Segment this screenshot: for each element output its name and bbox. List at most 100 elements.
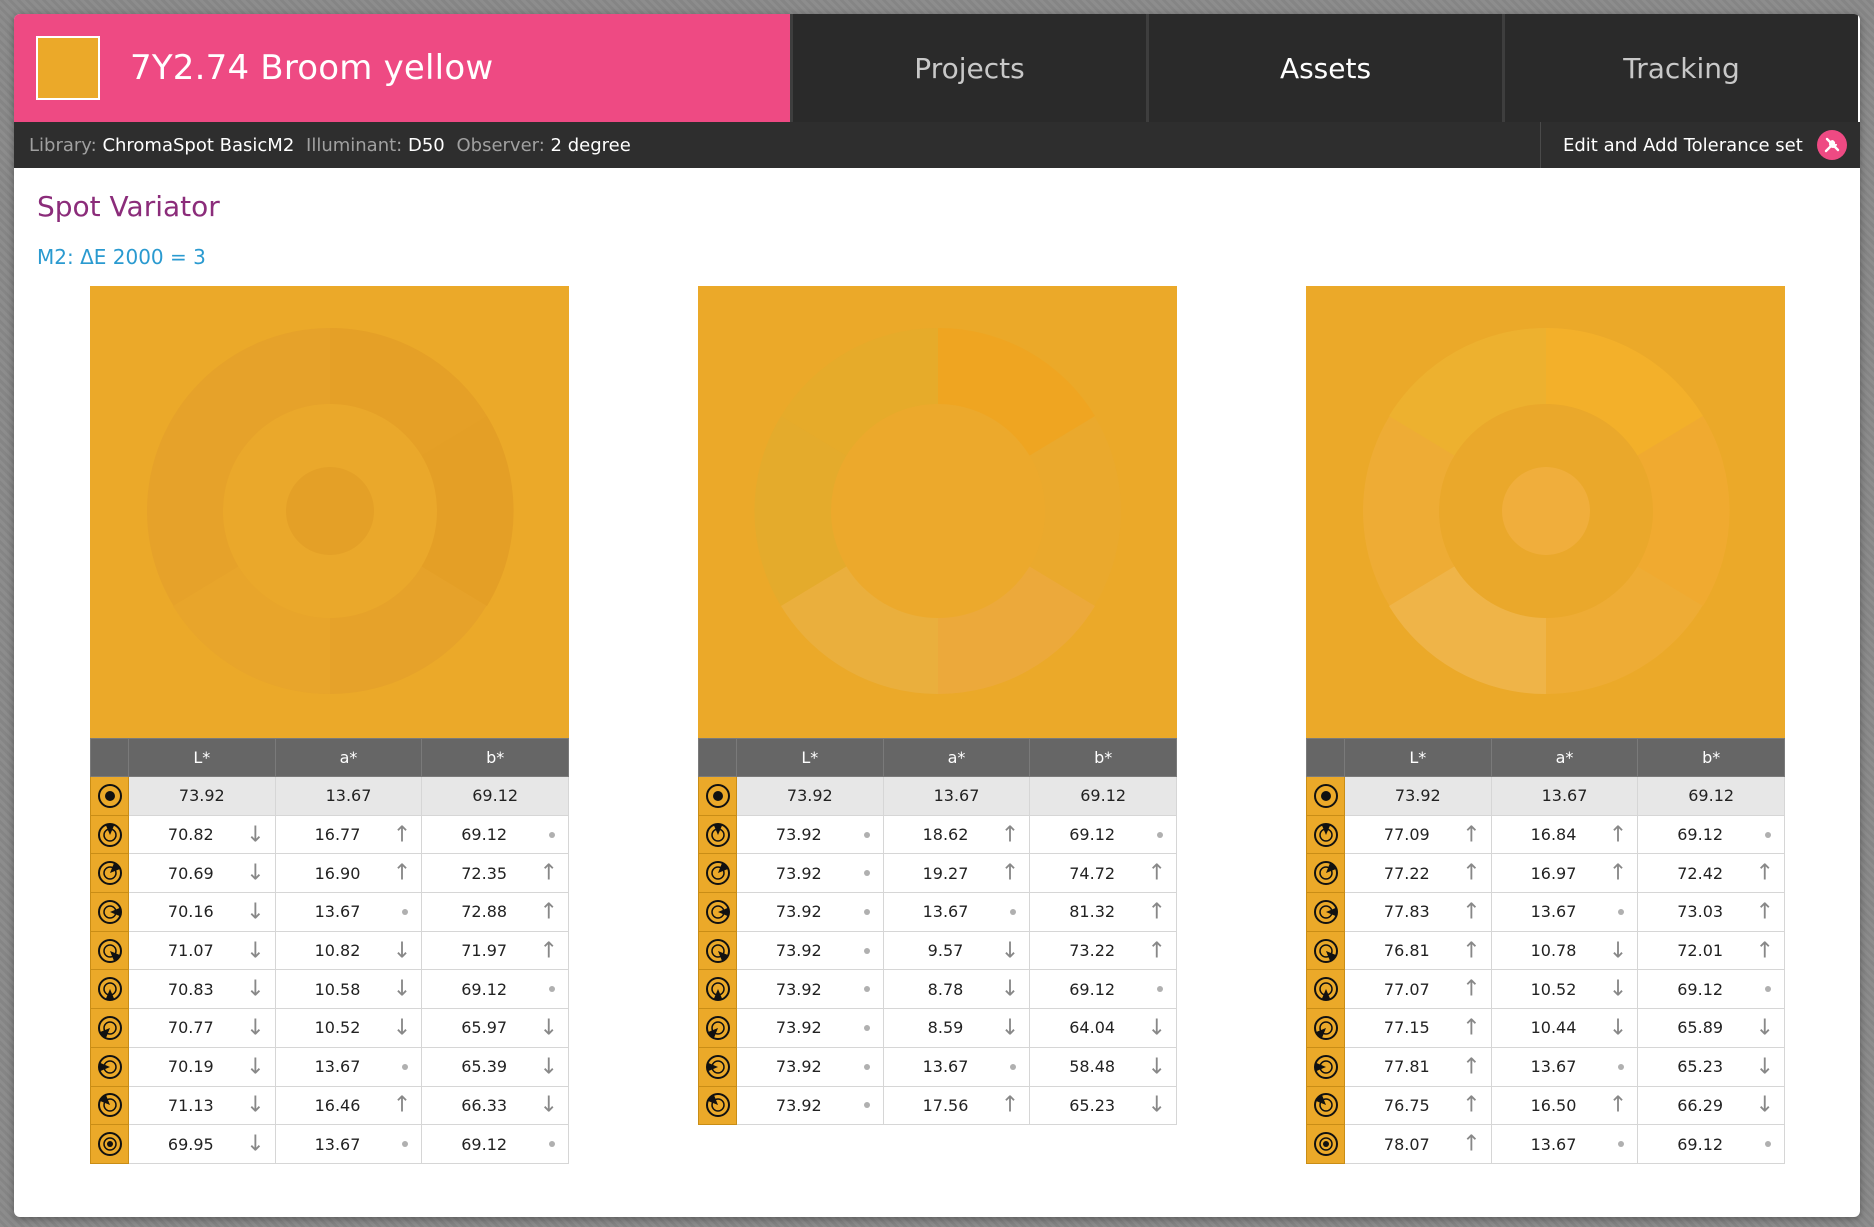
value-cell-a: 19.27 ↑ bbox=[882, 853, 1031, 894]
column-header-a: a* bbox=[274, 738, 423, 777]
spot-segment-icon bbox=[705, 1015, 730, 1040]
variation-row[interactable]: 70.16 ↓ 13.67 72.88 ↑ bbox=[90, 892, 569, 932]
lab-value-b: 69.12 bbox=[1069, 979, 1116, 999]
variation-row[interactable]: 77.07 ↑ 10.52 ↓ 69.12 bbox=[1306, 969, 1785, 1010]
lab-value-a: 16.50 bbox=[1530, 1095, 1577, 1115]
spot-segment-icon bbox=[97, 938, 122, 963]
variation-row[interactable]: 73.92 13.67 81.32 ↑ bbox=[698, 892, 1177, 932]
spot-segment-icon bbox=[97, 1093, 122, 1118]
spot-icon-cell bbox=[90, 1046, 129, 1087]
variation-row[interactable]: 73.92 17.56 ↑ 65.23 ↓ bbox=[698, 1085, 1177, 1126]
lab-value-l: 69.95 bbox=[167, 1134, 214, 1154]
arrow-up-icon: ↑ bbox=[392, 1092, 412, 1118]
variation-row[interactable]: 76.75 ↑ 16.50 ↑ 66.29 ↓ bbox=[1306, 1085, 1785, 1126]
value-cell-l: 70.69 ↓ bbox=[128, 853, 276, 894]
arrow-up-icon: ↑ bbox=[1462, 1015, 1481, 1041]
variation-row[interactable]: 76.81 ↑ 10.78 ↓ 72.01 ↑ bbox=[1306, 930, 1785, 971]
lab-value-a: 19.27 bbox=[922, 863, 969, 883]
variation-row[interactable]: 70.19 ↓ 13.67 65.39 ↓ bbox=[90, 1046, 569, 1087]
edit-tolerance-button[interactable]: Edit and Add Tolerance set bbox=[1540, 122, 1860, 168]
lab-value-a: 16.46 bbox=[314, 1095, 361, 1115]
spot-icon-cell bbox=[1306, 776, 1345, 816]
arrow-down-icon: ↓ bbox=[246, 860, 265, 886]
value-cell-a: 10.52 ↓ bbox=[1490, 969, 1639, 1010]
value-cell-b: 69.12 bbox=[1637, 814, 1785, 855]
value-cell-l: 77.09 ↑ bbox=[1344, 814, 1492, 855]
value-cell-b: 74.72 ↑ bbox=[1029, 853, 1177, 894]
arrow-down-icon: ↓ bbox=[1755, 1054, 1774, 1080]
variation-row[interactable]: 73.92 8.59 ↓ 64.04 ↓ bbox=[698, 1008, 1177, 1048]
lab-value-a: 10.82 bbox=[314, 941, 361, 961]
variation-row[interactable]: 77.09 ↑ 16.84 ↑ 69.12 bbox=[1306, 814, 1785, 855]
lab-value-l: 70.16 bbox=[167, 902, 214, 922]
reference-row[interactable]: 73.92 13.67 69.12 bbox=[90, 776, 569, 816]
variation-row[interactable]: 70.82 ↓ 16.77 ↑ 69.12 bbox=[90, 814, 569, 855]
lab-value-a: 16.90 bbox=[314, 863, 361, 883]
variation-row[interactable]: 70.77 ↓ 10.52 ↓ 65.97 ↓ bbox=[90, 1008, 569, 1048]
lab-value-b: 69.12 bbox=[1688, 786, 1735, 806]
arrow-up-icon: ↑ bbox=[1462, 976, 1481, 1002]
value-cell-b: 69.12 bbox=[1637, 969, 1785, 1010]
variation-row[interactable]: 70.83 ↓ 10.58 ↓ 69.12 bbox=[90, 969, 569, 1010]
spot-icon-cell bbox=[698, 1085, 737, 1126]
unchanged-dot-icon bbox=[1765, 986, 1771, 993]
value-cell-b: 69.12 bbox=[1029, 814, 1177, 855]
value-cell-a: 16.77 ↑ bbox=[274, 814, 423, 855]
reference-row[interactable]: 73.92 13.67 69.12 bbox=[698, 776, 1177, 816]
column-header-b: b* bbox=[1029, 738, 1177, 777]
arrow-up-icon: ↑ bbox=[539, 899, 558, 925]
lab-value-l: 77.07 bbox=[1383, 979, 1430, 999]
arrow-down-icon: ↓ bbox=[1608, 938, 1628, 964]
lab-value-a: 13.67 bbox=[1530, 1057, 1577, 1077]
lab-value-a: 16.77 bbox=[314, 825, 361, 845]
variation-row[interactable]: 71.07 ↓ 10.82 ↓ 71.97 ↑ bbox=[90, 930, 569, 971]
value-cell-l: 77.07 ↑ bbox=[1344, 969, 1492, 1010]
spot-icon-cell bbox=[1306, 1008, 1345, 1048]
variation-row[interactable]: 77.81 ↑ 13.67 65.23 ↓ bbox=[1306, 1046, 1785, 1087]
arrow-up-icon: ↑ bbox=[1462, 1131, 1481, 1157]
unchanged-dot-icon bbox=[863, 1024, 870, 1031]
observer-label: Observer: bbox=[456, 134, 545, 156]
arrow-up-icon: ↑ bbox=[1462, 1092, 1481, 1118]
value-cell-a: 13.67 bbox=[882, 776, 1031, 816]
spot-segment-icon bbox=[705, 1054, 730, 1079]
spot-icon-cell bbox=[1306, 930, 1345, 971]
icon-column-header bbox=[90, 738, 129, 777]
value-cell-a: 13.67 bbox=[1490, 1046, 1639, 1087]
reference-row[interactable]: 73.92 13.67 69.12 bbox=[1306, 776, 1785, 816]
arrow-down-icon: ↓ bbox=[246, 1054, 265, 1080]
value-cell-a: 13.67 bbox=[274, 1124, 423, 1164]
variation-row[interactable]: 73.92 13.67 58.48 ↓ bbox=[698, 1046, 1177, 1087]
tools-icon[interactable] bbox=[1816, 130, 1847, 160]
variation-row[interactable]: 77.15 ↑ 10.44 ↓ 65.89 ↓ bbox=[1306, 1008, 1785, 1048]
variation-row[interactable]: 77.83 ↑ 13.67 73.03 ↑ bbox=[1306, 892, 1785, 932]
value-cell-a: 16.50 ↑ bbox=[1490, 1085, 1639, 1126]
variation-row[interactable]: 78.07 ↑ 13.67 69.12 bbox=[1306, 1124, 1785, 1164]
variation-row[interactable]: 70.69 ↓ 16.90 ↑ 72.35 ↑ bbox=[90, 853, 569, 894]
variation-row[interactable]: 71.13 ↓ 16.46 ↑ 66.33 ↓ bbox=[90, 1085, 569, 1126]
spot-segment-icon bbox=[1313, 938, 1338, 963]
tab-tracking[interactable]: Tracking bbox=[1502, 14, 1858, 122]
lab-value-a: 18.62 bbox=[922, 825, 969, 845]
spot-segment-icon bbox=[97, 1054, 122, 1079]
value-cell-l: 70.83 ↓ bbox=[128, 969, 276, 1010]
observer-value: 2 degree bbox=[550, 134, 631, 156]
variation-row[interactable]: 73.92 19.27 ↑ 74.72 ↑ bbox=[698, 853, 1177, 894]
variation-row[interactable]: 69.95 ↓ 13.67 69.12 bbox=[90, 1124, 569, 1164]
variation-row[interactable]: 73.92 18.62 ↑ 69.12 bbox=[698, 814, 1177, 855]
lab-value-b: 72.35 bbox=[461, 863, 508, 883]
variation-row[interactable]: 73.92 9.57 ↓ 73.22 ↑ bbox=[698, 930, 1177, 971]
icon-column-header bbox=[1306, 738, 1345, 777]
lab-value-l: 70.83 bbox=[167, 979, 214, 999]
lab-value-a: 8.78 bbox=[927, 979, 964, 999]
tab-projects[interactable]: Projects bbox=[790, 14, 1146, 122]
value-cell-b: 72.01 ↑ bbox=[1637, 930, 1785, 971]
arrow-down-icon: ↓ bbox=[539, 1015, 558, 1041]
value-cell-a: 13.67 bbox=[1490, 776, 1639, 816]
variation-row[interactable]: 73.92 8.78 ↓ 69.12 bbox=[698, 969, 1177, 1010]
tab-assets[interactable]: Assets bbox=[1146, 14, 1502, 122]
spot-icon-cell bbox=[698, 776, 737, 816]
lab-value-b: 65.97 bbox=[461, 1018, 508, 1038]
lab-value-l: 70.19 bbox=[167, 1057, 214, 1077]
variation-row[interactable]: 77.22 ↑ 16.97 ↑ 72.42 ↑ bbox=[1306, 853, 1785, 894]
